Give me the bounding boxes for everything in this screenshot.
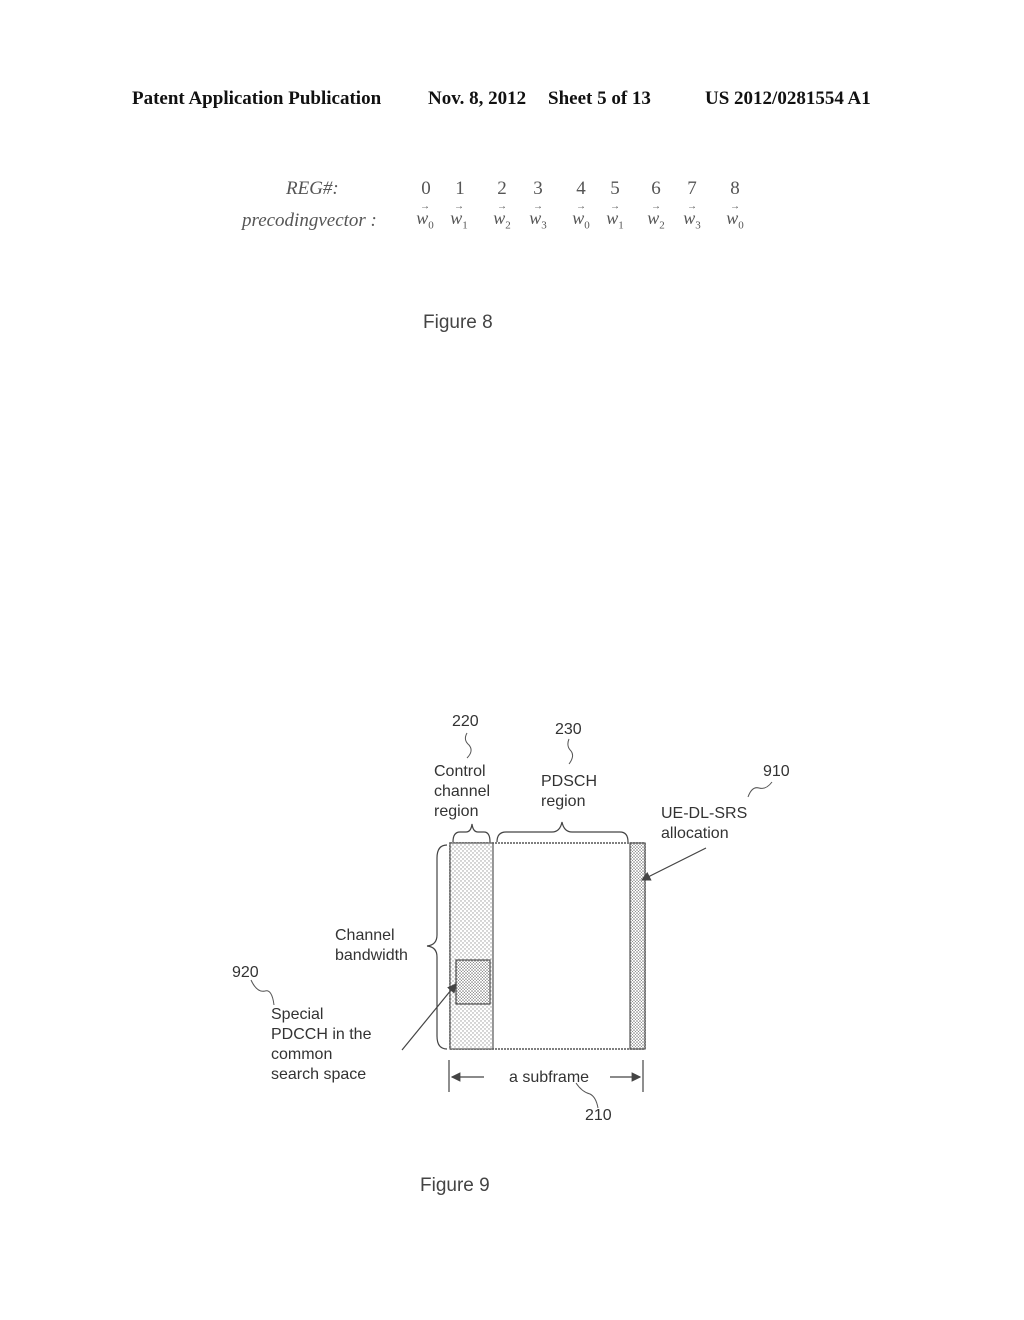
leader-920	[250, 979, 275, 1006]
figure-9-caption: Figure 9	[420, 1175, 490, 1196]
leader-220	[464, 732, 472, 759]
special-pdcch-label: Special PDCCH in the common search space	[271, 1006, 372, 1083]
ref-220: 220	[452, 713, 479, 730]
ref-210: 210	[585, 1107, 612, 1124]
subframe-label: a subframe	[509, 1069, 590, 1086]
srs-pointer-arrow	[640, 847, 707, 881]
special-pdcch-block	[455, 959, 491, 1005]
control-region-label: Control channel region	[434, 763, 491, 820]
pdsch-region-brace	[496, 821, 629, 843]
channel-bandwidth-label: Channel bandwidth	[335, 927, 408, 964]
pdcch-pointer-arrow	[401, 983, 457, 1051]
figure-9-diagram	[250, 732, 773, 1109]
ref-920: 920	[232, 964, 259, 981]
ue-dl-srs-allocation	[629, 842, 646, 1050]
leader-910	[747, 781, 773, 798]
ref-230: 230	[555, 721, 582, 738]
leader-230	[567, 738, 574, 765]
control-region-brace	[452, 823, 491, 843]
ref-910: 910	[763, 763, 790, 780]
control-channel-region	[449, 842, 494, 1050]
pdsch-region-label: PDSCH region	[541, 773, 598, 810]
channel-bandwidth-brace	[426, 844, 448, 1050]
srs-allocation-label: UE-DL-SRS allocation	[661, 805, 748, 842]
